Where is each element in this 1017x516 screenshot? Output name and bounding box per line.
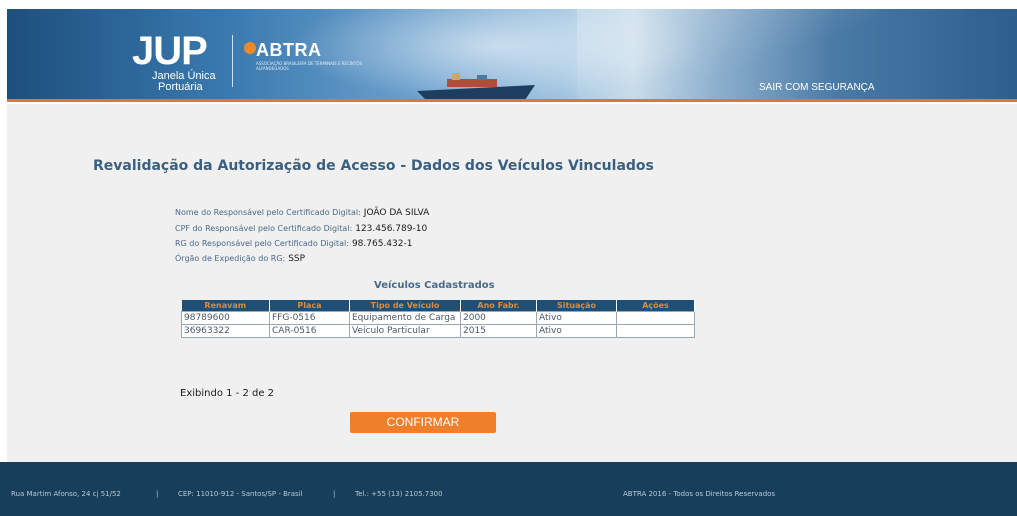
table-row[interactable]: 98789600 FFG-0516 Equipamento de Carga 2…: [181, 310, 695, 325]
footer-cep: CEP: 11010-912 - Santos/SP - Brasil: [178, 490, 303, 498]
col-acoes: Ações: [616, 300, 695, 311]
vehicles-table-title: Veículos Cadastrados: [374, 280, 495, 291]
footer-copyright: ABTRA 2016 - Todos os Direitos Reservado…: [623, 490, 776, 498]
cell-tipo: Equipamento de Carga: [349, 310, 461, 325]
footer-phone: Tel.: +55 (13) 2105.7300: [355, 490, 443, 498]
info-cpf-label: CPF do Responsável pelo Certificado Digi…: [175, 224, 353, 233]
cell-situacao: Ativo: [536, 310, 617, 325]
header-banner: JUP Janela Única Portuária ABTRA ASSOCIA…: [7, 9, 1017, 102]
cell-situacao: Ativo: [536, 323, 617, 338]
jup-logo[interactable]: JUP Janela Única Portuária: [132, 31, 216, 93]
col-tipo[interactable]: Tipo de Veículo: [349, 300, 461, 311]
info-name-label: Nome do Responsável pelo Certificado Dig…: [175, 208, 361, 217]
info-name-row: Nome do Responsável pelo Certificado Dig…: [175, 208, 429, 218]
cell-renavam: 98789600: [181, 310, 270, 325]
abtra-logo-text: ABTRA: [256, 40, 322, 60]
confirm-button[interactable]: CONFIRMAR: [350, 412, 496, 433]
page-title: Revalidação da Autorização de Acesso - D…: [93, 158, 654, 174]
cell-placa: CAR-0516: [269, 323, 350, 338]
abtra-tagline: ASSOCIAÇÃO BRASILEIRA DE TERMINAIS E REC…: [256, 61, 363, 71]
info-rg-row: RG do Responsável pelo Certificado Digit…: [175, 239, 412, 249]
col-placa[interactable]: Placa: [269, 300, 350, 311]
table-row[interactable]: 36963322 CAR-0516 Veículo Particular 201…: [181, 323, 695, 338]
info-org-label: Órgão de Expedição do RG:: [175, 254, 286, 263]
footer-separator: |: [333, 490, 336, 498]
logout-link[interactable]: SAIR COM SEGURANÇA: [759, 82, 875, 93]
cell-ano: 2015: [460, 323, 537, 338]
cell-acoes[interactable]: [616, 323, 695, 338]
footer-separator: |: [156, 490, 159, 498]
abtra-logo: ABTRA ASSOCIAÇÃO BRASILEIRA DE TERMINAIS…: [242, 40, 366, 71]
cell-ano: 2000: [460, 310, 537, 325]
paging-info: Exibindo 1 - 2 de 2: [180, 388, 275, 399]
info-cpf-row: CPF do Responsável pelo Certificado Digi…: [175, 224, 427, 234]
col-renavam[interactable]: Renavam: [181, 300, 270, 311]
vehicles-table: Renavam Placa Tipo de Veículo Ano Fabr. …: [181, 300, 695, 338]
info-rg-value: 98.765.432-1: [351, 239, 413, 249]
table-header-row: Renavam Placa Tipo de Veículo Ano Fabr. …: [181, 300, 695, 311]
col-ano[interactable]: Ano Fabr.: [460, 300, 537, 311]
info-rg-label: RG do Responsável pelo Certificado Digit…: [175, 239, 349, 248]
cell-tipo: Veículo Particular: [349, 323, 461, 338]
info-name-value: JOÃO DA SILVA: [363, 208, 430, 218]
page: JUP Janela Única Portuária ABTRA ASSOCIA…: [0, 0, 1017, 516]
footer: Rua Martim Afonso, 24 cj 51/52 | CEP: 11…: [0, 462, 1017, 516]
cell-acoes[interactable]: [616, 310, 695, 325]
info-org-row: Órgão de Expedição do RG: SSP: [175, 254, 305, 264]
info-org-value: SSP: [288, 254, 306, 264]
jup-logo-text: JUP: [132, 29, 208, 73]
col-situacao[interactable]: Situação: [536, 300, 617, 311]
ship-image: [417, 73, 535, 99]
main-content: Revalidação da Autorização de Acesso - D…: [7, 104, 1017, 462]
footer-address: Rua Martim Afonso, 24 cj 51/52: [11, 490, 121, 498]
jup-logo-sub2: Portuária: [158, 81, 203, 93]
cell-placa: FFG-0516: [269, 310, 350, 325]
logo-divider: [232, 35, 233, 87]
info-cpf-value: 123.456.789-10: [355, 224, 428, 234]
cell-renavam: 36963322: [181, 323, 270, 338]
